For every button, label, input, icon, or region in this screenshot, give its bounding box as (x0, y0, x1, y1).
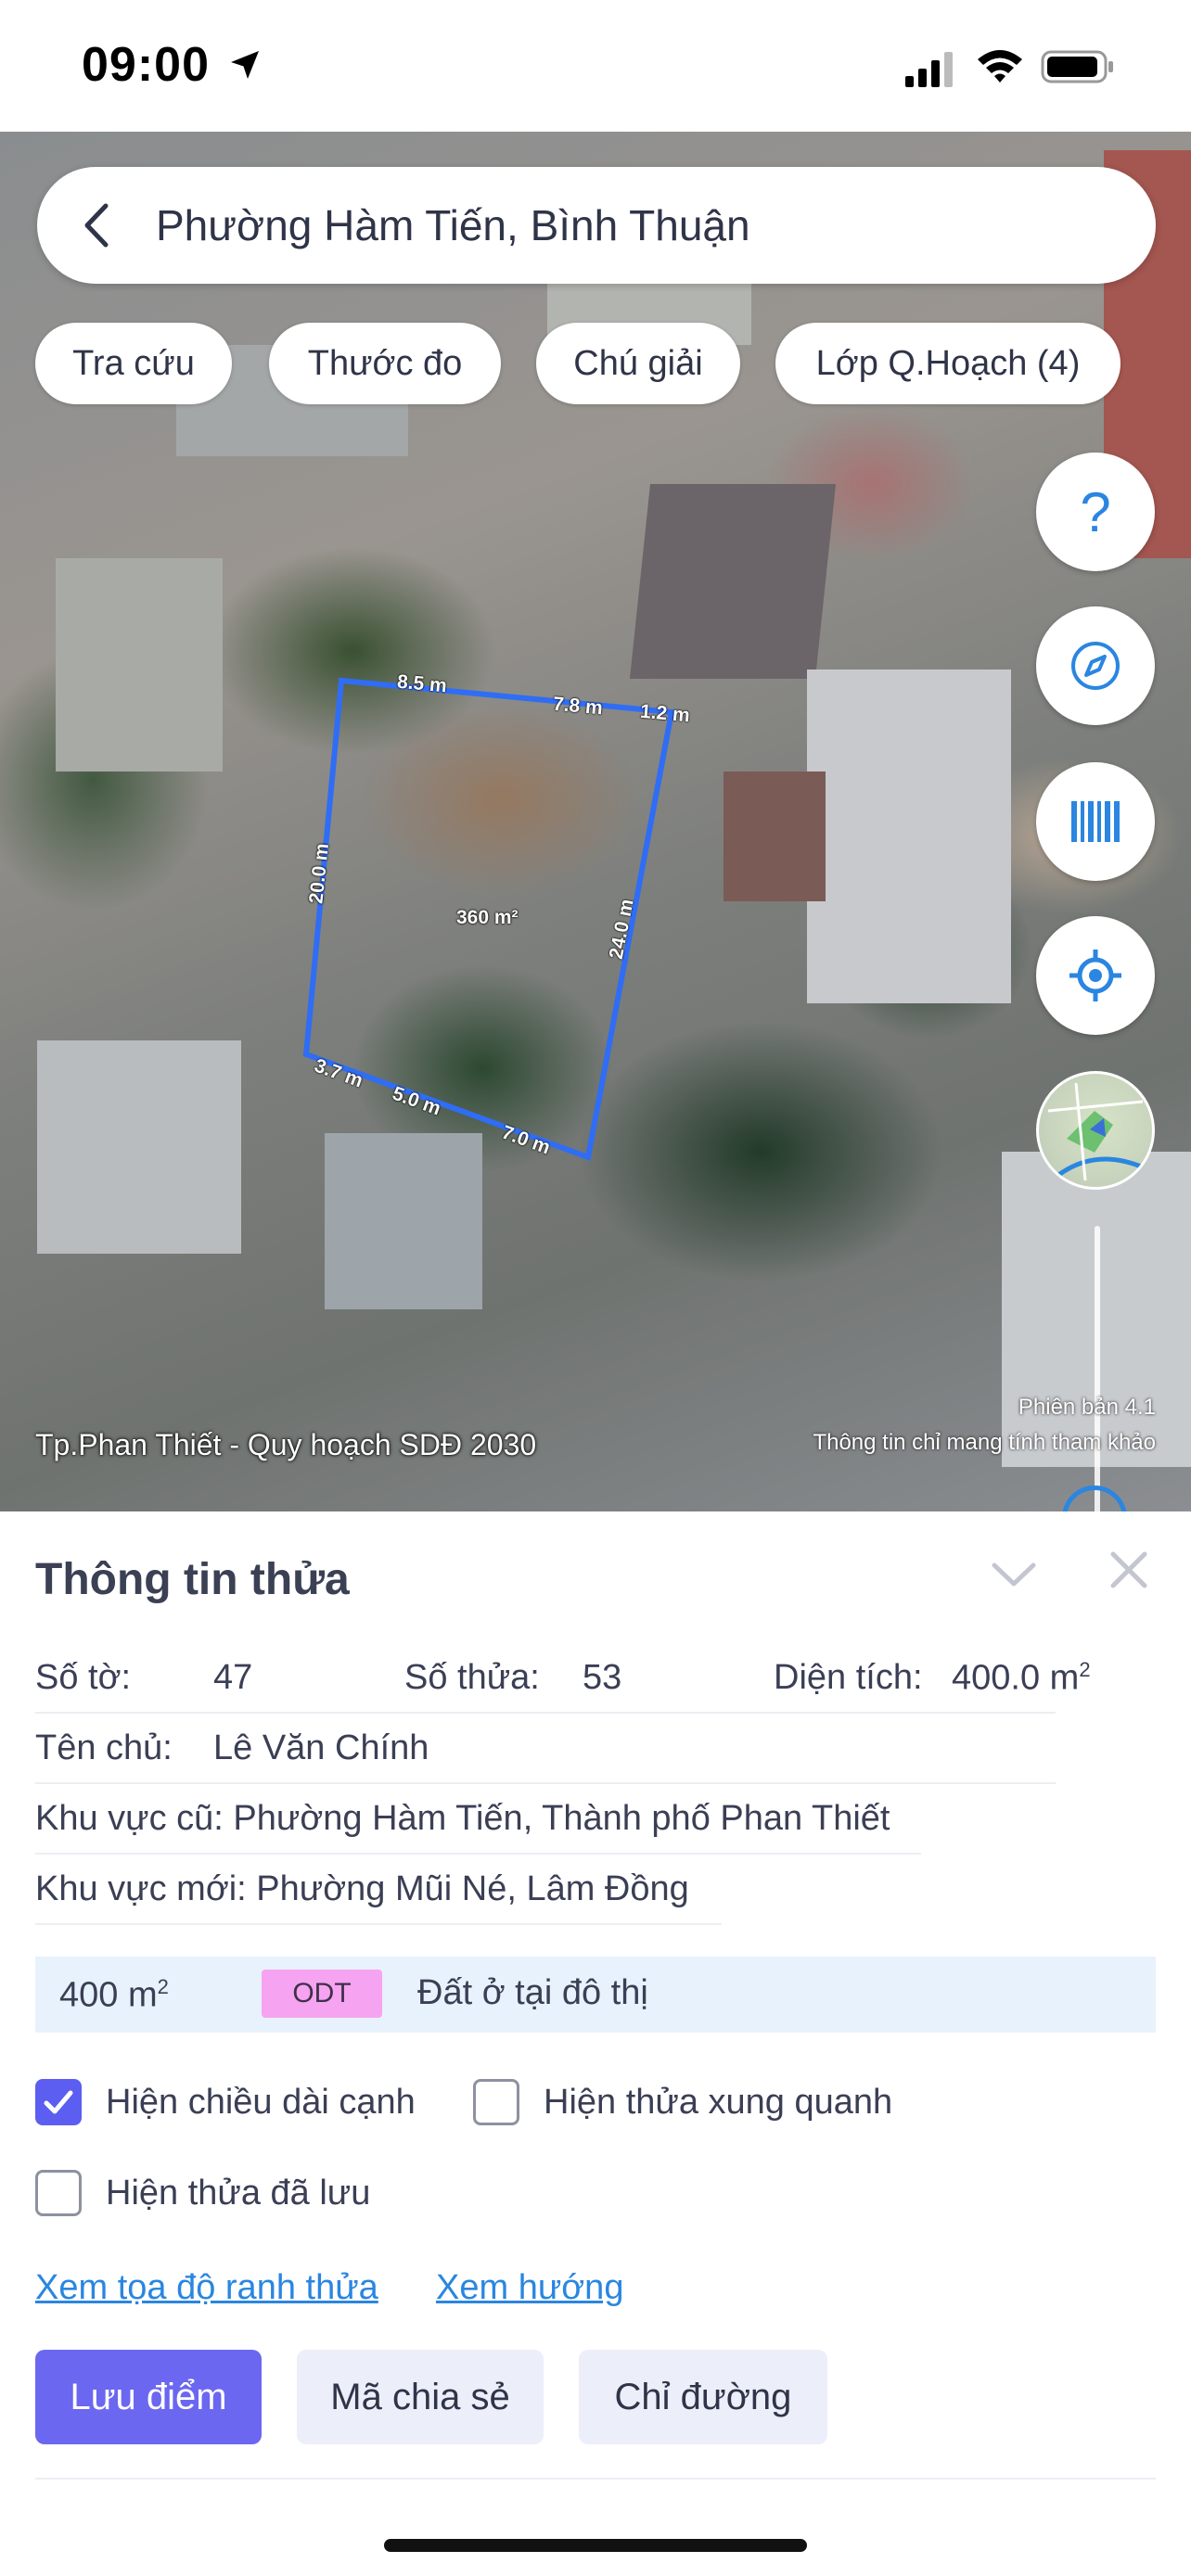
checkbox-show-saved[interactable] (35, 2170, 82, 2216)
divider (35, 2478, 1156, 2480)
chip-lop-quy-hoach[interactable]: Lớp Q.Hoạch (4) (775, 323, 1121, 404)
checkbox-label[interactable]: Hiện chiều dài cạnh (106, 2083, 416, 2123)
location-arrow-icon (231, 51, 259, 79)
chevron-down-icon[interactable] (991, 1556, 1037, 1593)
battery-icon (1041, 50, 1113, 83)
map-plan-caption: Tp.Phan Thiết - Quy hoạch SDĐ 2030 (35, 1428, 537, 1461)
checkbox-label[interactable]: Hiện thửa đã lưu (106, 2174, 370, 2213)
dien-tich-value: 400.0 m2 (952, 1658, 1091, 1699)
help-button[interactable]: ? (1036, 453, 1155, 571)
chip-tra-cuu[interactable]: Tra cứu (35, 323, 232, 404)
divider (35, 1853, 921, 1855)
checkbox-show-edge-length[interactable] (35, 2079, 82, 2125)
land-use-code-badge: ODT (262, 1970, 382, 2018)
my-location-button[interactable] (1036, 916, 1155, 1035)
mini-map-button[interactable] (1036, 1071, 1155, 1190)
cellular-signal-icon (905, 52, 953, 87)
locate-icon (1069, 950, 1121, 1001)
edge-label: 7.8 m (552, 693, 604, 720)
directions-button[interactable]: Chỉ đường (579, 2350, 827, 2444)
search-bar[interactable]: Phường Hàm Tiến, Bình Thuận (37, 167, 1156, 284)
parcel-info-panel: Thông tin thửa Số tờ: 47 Số thửa: 53 Diệ… (0, 1511, 1191, 2576)
save-point-button[interactable]: Lưu điểm (35, 2350, 262, 2444)
dien-tich-sup: 2 (1079, 1658, 1091, 1681)
land-use-area-number: 400 m (59, 1975, 158, 2015)
land-use-area: 400 m2 (59, 1975, 169, 2016)
link-coordinates[interactable]: Xem tọa độ ranh thửa (35, 2268, 378, 2308)
barcode-icon (1071, 801, 1120, 842)
so-thua-value: 53 (583, 1658, 622, 1697)
edge-label: 1.2 m (639, 700, 691, 727)
barcode-button[interactable] (1036, 762, 1155, 881)
ten-chu-value: Lê Văn Chính (213, 1728, 429, 1767)
so-thua-label: Số thửa: (404, 1658, 540, 1697)
close-icon[interactable] (1109, 1550, 1148, 1589)
compass-button[interactable] (1036, 606, 1155, 725)
so-to-value: 47 (213, 1658, 253, 1697)
edge-label: 8.5 m (396, 670, 448, 697)
checkbox-label[interactable]: Hiện thửa xung quanh (544, 2083, 892, 2123)
ten-chu-label: Tên chủ: (35, 1728, 173, 1767)
wifi-icon (978, 50, 1022, 83)
khu-vuc-cu: Khu vực cũ: Phường Hàm Tiến, Thành phố P… (35, 1799, 890, 1838)
version-label: Phiên bản 4.1 (1018, 1395, 1156, 1420)
divider (35, 1782, 1056, 1784)
checkbox-show-surrounding[interactable] (473, 2079, 519, 2125)
khu-vuc-moi: Khu vực mới: Phường Mũi Né, Lâm Đồng (35, 1869, 689, 1908)
zoom-slider-track[interactable] (1095, 1226, 1100, 1511)
land-use-type: Đất ở tại đô thị (417, 1973, 648, 2012)
status-time: 09:00 (82, 38, 210, 92)
land-use-row: 400 m2 ODT Đất ở tại đô thị (35, 1957, 1156, 2033)
dien-tich-label: Diện tích: (774, 1658, 923, 1697)
link-direction[interactable]: Xem hướng (436, 2268, 623, 2308)
home-indicator[interactable] (384, 2539, 807, 2552)
land-use-area-sup: 2 (157, 1975, 169, 1998)
dien-tich-number: 400.0 m (952, 1658, 1080, 1698)
chip-chu-giai[interactable]: Chú giải (536, 323, 740, 404)
question-icon: ? (1080, 480, 1111, 543)
chip-thuoc-do[interactable]: Thước đo (269, 323, 501, 404)
divider (35, 1923, 722, 1925)
so-to-label: Số tờ: (35, 1658, 132, 1697)
mini-map-icon (1047, 1082, 1144, 1181)
status-bar: 09:00 (0, 0, 1191, 132)
divider (35, 1712, 1056, 1714)
disclaimer-label: Thông tin chỉ mang tính tham khảo (813, 1430, 1156, 1455)
panel-title: Thông tin thửa (35, 1555, 350, 1604)
share-code-button[interactable]: Mã chia sẻ (297, 2350, 544, 2444)
area-label: 360 m² (456, 907, 519, 928)
checkmark-icon (44, 2090, 73, 2114)
compass-icon (1071, 642, 1120, 690)
search-location-text[interactable]: Phường Hàm Tiến, Bình Thuận (156, 200, 750, 250)
back-icon[interactable] (72, 200, 122, 250)
